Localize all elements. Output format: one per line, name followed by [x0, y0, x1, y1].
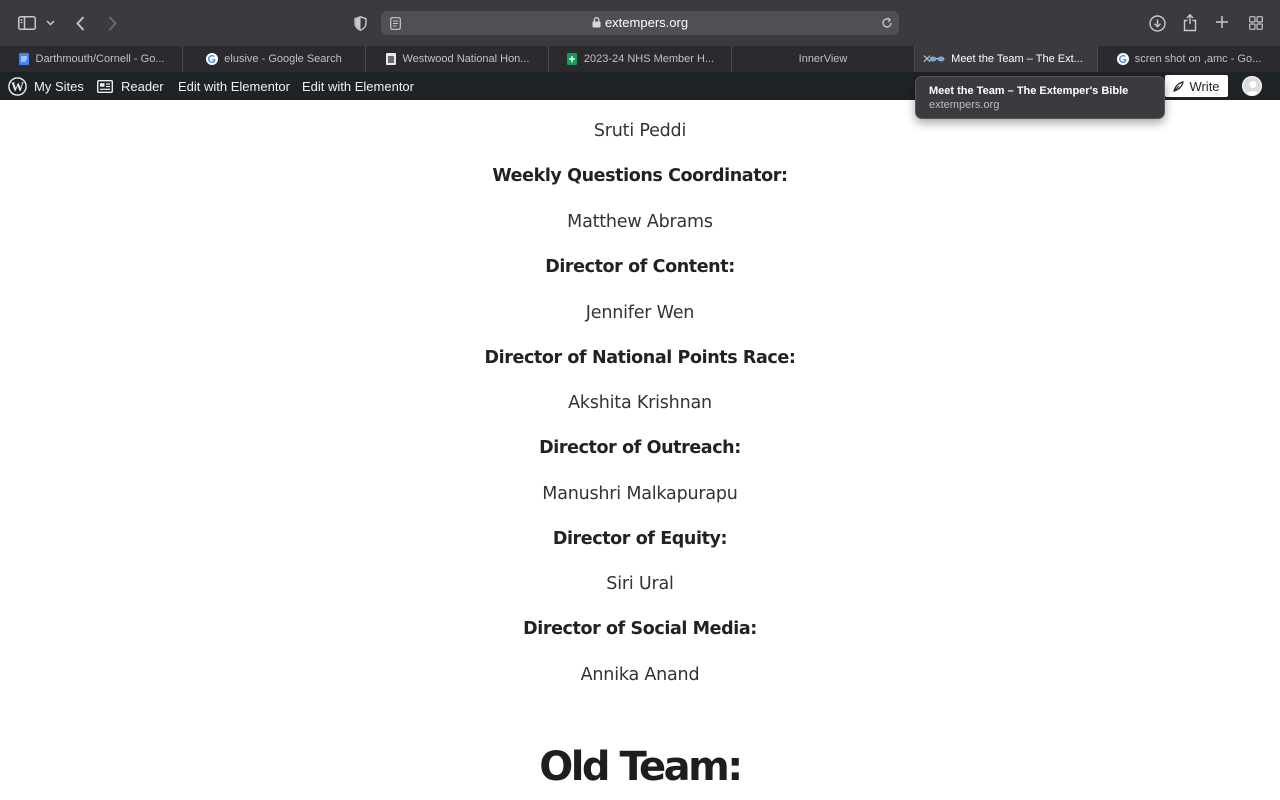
tab-label: Darthmouth/Cornell - Go... [35, 53, 165, 65]
tab-bar: Darthmouth/Cornell - Go... elusive - Goo… [0, 46, 1280, 72]
back-icon[interactable] [73, 14, 87, 32]
wordpress-logo-icon[interactable]: W [8, 72, 28, 100]
tab-meet-the-team[interactable]: ✕ Meet the Team – The Ext... [915, 46, 1098, 72]
new-tab-icon[interactable] [1214, 14, 1230, 30]
write-label: Write [1189, 78, 1220, 94]
my-sites-link[interactable]: My Sites [34, 72, 84, 100]
tab-label: Westwood National Hon... [402, 53, 530, 65]
pen-icon [1173, 80, 1185, 92]
sidebar-toggle-icon[interactable] [18, 15, 36, 31]
downloads-icon[interactable] [1148, 14, 1166, 32]
team-role-title: Director of Equity: [552, 529, 728, 549]
team-member-name: Manushri Malkapurapu [542, 484, 738, 504]
chevron-down-icon[interactable] [44, 17, 56, 29]
url-display: extempers.org [381, 11, 899, 35]
team-member-name: Siri Ural [606, 574, 674, 594]
tab-label: InnerView [798, 53, 848, 65]
google-icon [206, 53, 219, 65]
team-role-title: Director of National Points Race: [484, 348, 796, 368]
share-icon[interactable] [1182, 12, 1198, 32]
reload-icon[interactable] [880, 16, 894, 30]
team-member-name: Jennifer Wen [585, 303, 695, 323]
reader-icon[interactable] [97, 72, 113, 100]
tab-label: 2023-24 NHS Member H... [583, 53, 715, 65]
url-text: extempers.org [604, 15, 689, 30]
team-member-name: Sruti Peddi [593, 121, 687, 141]
team-role-title: Weekly Questions Coordinator: [492, 166, 788, 186]
avatar[interactable] [1242, 76, 1262, 96]
address-bar[interactable]: extempers.org [381, 11, 899, 35]
team-member-name: Annika Anand [580, 665, 700, 685]
lock-icon [592, 12, 601, 36]
tab-elusive-search[interactable]: elusive - Google Search [183, 46, 366, 72]
tab-darthmouth-cornell[interactable]: Darthmouth/Cornell - Go... [0, 46, 183, 72]
tab-innerview[interactable]: InnerView [732, 46, 915, 72]
document-icon [385, 53, 397, 65]
team-role-title: Director of Content: [545, 257, 735, 277]
tab-screenshot-search[interactable]: scren shot on ,amc - Go... [1098, 46, 1280, 72]
forward-icon[interactable] [105, 14, 119, 32]
privacy-shield-icon[interactable] [352, 15, 368, 31]
tab-nhs-member-handbook[interactable]: 2023-24 NHS Member H... [549, 46, 732, 72]
team-role-title: Director of Outreach: [539, 438, 741, 458]
reader-link[interactable]: Reader [121, 72, 164, 100]
tab-label: scren shot on ,amc - Go... [1134, 53, 1262, 65]
google-icon [1116, 53, 1129, 65]
write-button[interactable]: Write [1165, 75, 1228, 97]
old-team-heading: Old Team: [539, 744, 743, 790]
browser-toolbar: extempers.org [0, 0, 1280, 46]
tooltip-url: extempers.org [929, 99, 1000, 111]
tab-tooltip: Meet the Team – The Extemper's Bible ext… [915, 76, 1165, 119]
team-member-name: Akshita Krishnan [568, 393, 712, 413]
team-member-name: Matthew Abrams [567, 212, 713, 232]
tab-overview-icon[interactable] [1248, 15, 1264, 31]
page-content: Sruti Peddi Weekly Questions Coordinator… [0, 100, 1280, 800]
edit-with-elementor-link-2[interactable]: Edit with Elementor [302, 72, 414, 100]
tab-westwood-national-honor[interactable]: Westwood National Hon... [366, 46, 549, 72]
google-sheets-icon [566, 53, 578, 65]
tab-label: Meet the Team – The Ext... [951, 53, 1083, 65]
tooltip-title: Meet the Team – The Extemper's Bible [929, 85, 1129, 97]
svg-text:W: W [11, 79, 24, 94]
google-docs-icon [18, 53, 30, 65]
team-role-title: Director of Social Media: [523, 619, 757, 639]
tab-label: elusive - Google Search [224, 53, 342, 65]
close-tab-icon[interactable]: ✕ [922, 52, 932, 66]
edit-with-elementor-link[interactable]: Edit with Elementor [178, 72, 290, 100]
